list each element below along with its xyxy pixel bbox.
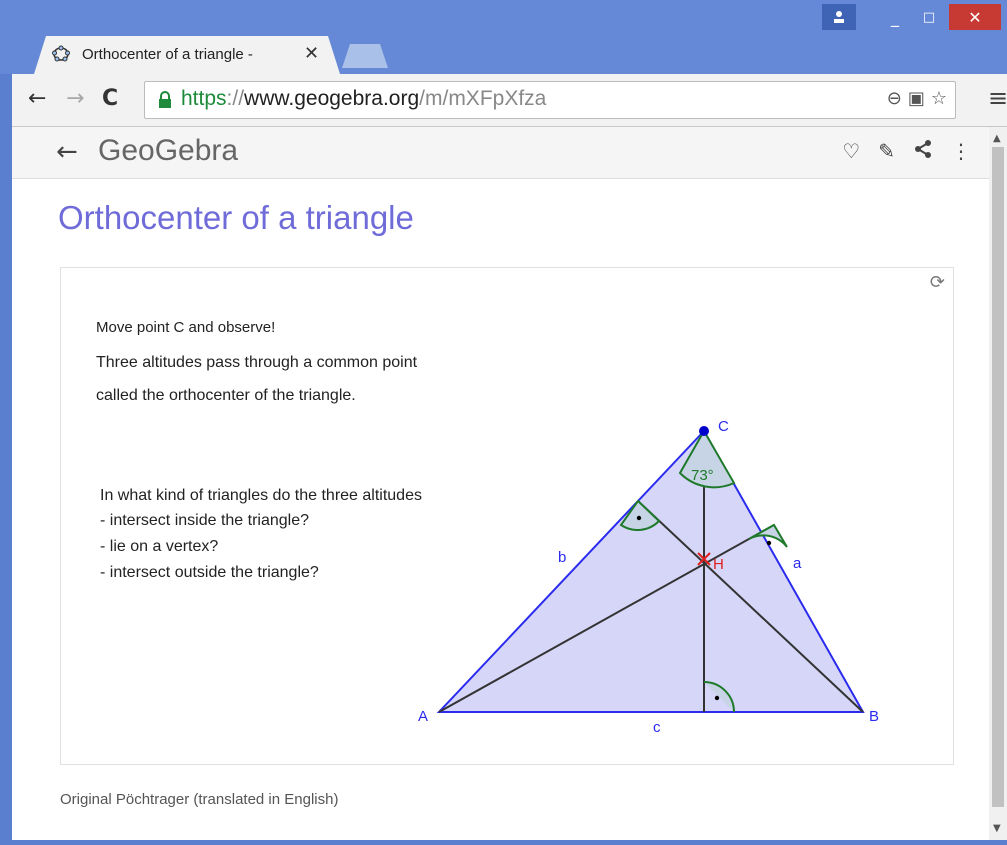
label-h: H bbox=[713, 556, 724, 573]
url-separator: :// bbox=[226, 87, 245, 110]
angle-label-c: 73° bbox=[691, 467, 714, 484]
title-bar: _ □ ✕ Orthocenter of a triangle - ✕ bbox=[0, 0, 1007, 74]
page-title: Orthocenter of a triangle bbox=[58, 199, 414, 236]
label-side-a: a bbox=[793, 555, 802, 572]
scroll-up-icon[interactable]: ▲ bbox=[993, 133, 1001, 144]
geogebra-logo[interactable]: GeoGebra bbox=[98, 134, 238, 168]
attribution-caption: Original Pöchtrager (translated in Engli… bbox=[60, 791, 339, 808]
maximize-button[interactable]: □ bbox=[912, 4, 946, 30]
star-icon[interactable]: ☆ bbox=[931, 88, 947, 109]
forward-button[interactable]: → bbox=[66, 86, 84, 111]
url-text: https://www.geogebra.org/m/mXFpXfza bbox=[181, 87, 546, 111]
scroll-down-icon[interactable]: ▼ bbox=[993, 823, 1001, 834]
geogebra-header: ← GeoGebra ♡ ✎ ⋮ bbox=[12, 127, 989, 179]
page-content: ← GeoGebra ♡ ✎ ⋮ Orthocenter of a triang… bbox=[12, 127, 989, 840]
chrome-menu-button[interactable]: ≡ bbox=[988, 84, 1007, 112]
geogebra-applet[interactable]: ⟳ Move point C and observe! Three altitu… bbox=[60, 267, 954, 765]
lock-icon bbox=[159, 91, 171, 108]
url-scheme: https bbox=[181, 87, 227, 110]
label-b: B bbox=[869, 708, 879, 725]
reload-button[interactable]: C bbox=[102, 86, 118, 111]
new-tab-button[interactable] bbox=[342, 44, 388, 68]
vertex-c-handle[interactable] bbox=[699, 426, 709, 436]
label-c: C bbox=[718, 418, 729, 435]
browser-toolbar: ← → C https://www.geogebra.org/m/mXFpXfz… bbox=[12, 74, 1007, 127]
label-a: A bbox=[418, 708, 428, 725]
tab-title: Orthocenter of a triangle - bbox=[82, 46, 253, 63]
scroll-thumb[interactable] bbox=[992, 147, 1004, 807]
geogebra-favicon-icon bbox=[52, 45, 70, 62]
share-icon[interactable] bbox=[913, 139, 933, 164]
zoom-icon[interactable]: ⊖ bbox=[887, 88, 902, 109]
close-tab-icon[interactable]: ✕ bbox=[304, 43, 319, 64]
right-angle-dot-b bbox=[636, 515, 642, 521]
right-angle-dot-base bbox=[714, 695, 720, 701]
back-arrow-icon[interactable]: ← bbox=[56, 137, 78, 167]
user-icon[interactable] bbox=[822, 4, 856, 30]
label-side-c: c bbox=[653, 719, 661, 736]
address-bar[interactable]: https://www.geogebra.org/m/mXFpXfza ⊖ ▣ … bbox=[144, 81, 956, 119]
url-host: www.geogebra.org bbox=[244, 87, 420, 110]
browser-tab[interactable]: Orthocenter of a triangle - ✕ bbox=[34, 36, 340, 74]
label-side-b: b bbox=[558, 549, 566, 566]
more-options-icon[interactable]: ⋮ bbox=[951, 139, 971, 164]
url-path: /m/mXFpXfza bbox=[419, 87, 547, 110]
right-angle-dot-a bbox=[766, 540, 772, 546]
vertical-scrollbar[interactable]: ▲ ▼ bbox=[989, 127, 1007, 840]
edit-icon[interactable]: ✎ bbox=[878, 139, 895, 164]
close-window-button[interactable]: ✕ bbox=[949, 4, 1001, 30]
favorite-icon[interactable]: ♡ bbox=[842, 139, 860, 164]
minimize-button[interactable]: _ bbox=[878, 4, 912, 30]
translate-icon[interactable]: ▣ bbox=[908, 88, 925, 109]
triangle-construction[interactable]: 73° H C A B a b c bbox=[61, 268, 953, 764]
back-button[interactable]: ← bbox=[28, 86, 46, 111]
